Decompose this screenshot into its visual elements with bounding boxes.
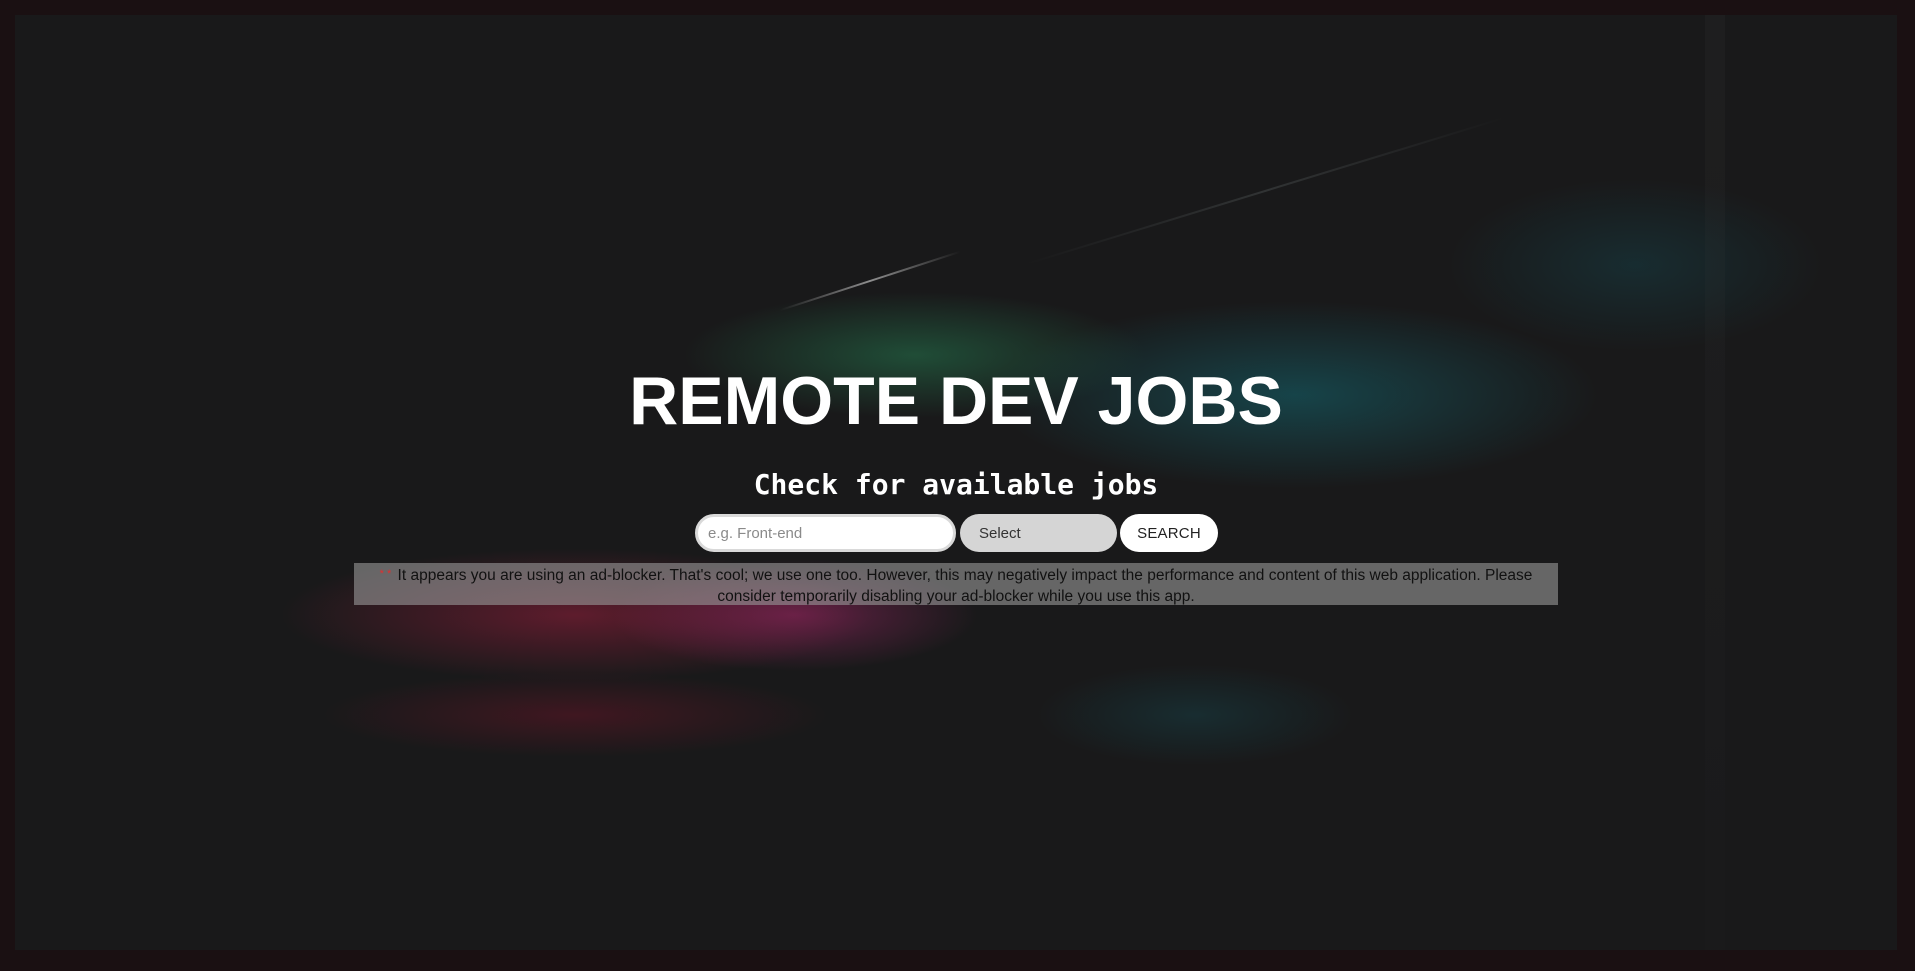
search-form: Select SEARCH <box>695 513 1218 553</box>
category-select[interactable]: Select <box>960 514 1117 552</box>
notice-text: It appears you are using an ad-blocker. … <box>397 567 1533 605</box>
notice-marker: * * <box>379 568 392 580</box>
page-subtitle: Check for available jobs <box>753 468 1159 501</box>
search-input[interactable] <box>695 514 956 552</box>
search-button[interactable]: SEARCH <box>1120 514 1218 552</box>
adblock-notice: * * It appears you are using an ad-block… <box>354 563 1558 605</box>
hero-section: REMOTE DEV JOBS Check for available jobs… <box>15 15 1897 950</box>
page-title: REMOTE DEV JOBS <box>629 363 1283 439</box>
